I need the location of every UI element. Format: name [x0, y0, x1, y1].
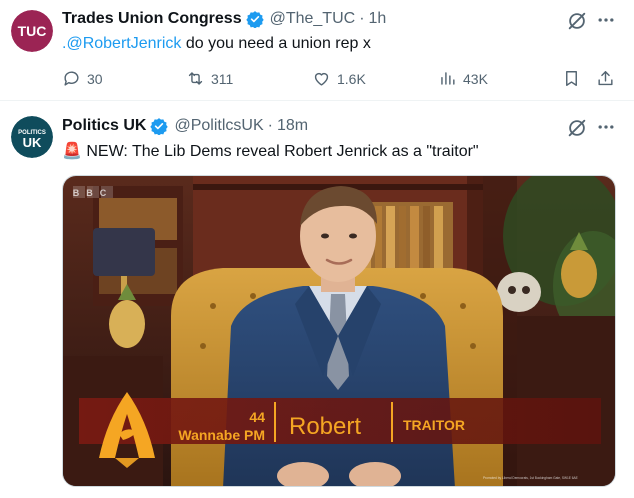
separator-dot: · — [267, 117, 273, 134]
tweet-text-body: do you need a union rep x — [181, 35, 371, 52]
views-button[interactable]: 43K — [438, 69, 488, 88]
timestamp[interactable]: 18m — [277, 117, 308, 135]
avatar-line2: UK — [23, 135, 42, 150]
tweet-media-image[interactable]: BBC 44 Wannabe PM Robert TRAITOR Promote… — [62, 175, 616, 487]
avatar-tuc[interactable]: TUC — [11, 10, 53, 52]
tweet-text: 🚨 NEW: The Lib Dems reveal Robert Jenric… — [62, 143, 479, 160]
bbc-logo-text: BBC — [73, 188, 114, 198]
retweet-icon — [188, 72, 203, 85]
like-button[interactable]: 1.6K — [312, 69, 366, 88]
candidate-tag: TRAITOR — [403, 417, 465, 433]
bookmark-icon — [566, 71, 577, 86]
like-icon — [314, 72, 329, 86]
promoted-by-credit: Promoted by Liberal Democrats, 1st Bucki… — [483, 476, 578, 480]
mention-link[interactable]: .@RobertJenrick — [62, 35, 181, 52]
tweet-header: Politics UK @PolitlcsUK · 18m — [62, 117, 308, 135]
tweet-header: Trades Union Congress @The_TUC · 1h — [62, 10, 386, 28]
reply-count: 30 — [87, 70, 103, 87]
grok-icon[interactable] — [566, 117, 588, 139]
tweet-actions: 30 311 1.6K 43K — [62, 69, 622, 91]
author-name[interactable]: Trades Union Congress — [62, 10, 242, 28]
author-handle[interactable]: @The_TUC — [270, 10, 356, 28]
more-icon[interactable] — [596, 10, 616, 30]
author-handle[interactable]: @PolitlcsUK — [174, 117, 263, 135]
tweet-text: .@RobertJenrick do you need a union rep … — [62, 35, 371, 53]
timestamp[interactable]: 1h — [369, 10, 387, 28]
avatar-tuc-text: TUC — [18, 23, 47, 39]
verified-badge-icon[interactable] — [150, 117, 169, 135]
grok-icon[interactable] — [566, 10, 588, 32]
candidate-name: Robert — [289, 413, 361, 440]
author-name[interactable]: Politics UK — [62, 117, 146, 135]
more-icon[interactable] — [596, 117, 616, 137]
separator-dot: · — [359, 10, 365, 27]
views-icon — [441, 72, 455, 85]
tweet-politics-uk[interactable]: POLITICS UK Politics UK @PolitlcsUK · 18… — [0, 101, 634, 498]
views-count: 43K — [463, 70, 488, 87]
bbc-logo: BBC — [73, 186, 114, 198]
reply-button[interactable]: 30 — [62, 69, 103, 88]
retweet-button[interactable]: 311 — [186, 69, 233, 88]
share-icon — [598, 71, 613, 86]
share-button[interactable] — [596, 69, 621, 88]
retweet-count: 311 — [211, 70, 234, 87]
candidate-number: 44 — [249, 409, 265, 425]
reply-icon — [64, 71, 79, 86]
media-scene: BBC 44 Wannabe PM Robert TRAITOR Promote… — [63, 176, 615, 486]
candidate-role: Wannabe PM — [178, 427, 265, 443]
tweet-tuc[interactable]: TUC Trades Union Congress @The_TUC · 1h … — [0, 0, 634, 101]
avatar-politics-uk[interactable]: POLITICS UK — [11, 116, 53, 158]
bookmark-button[interactable] — [562, 69, 587, 88]
like-count: 1.6K — [337, 70, 366, 87]
verified-badge-icon[interactable] — [245, 10, 264, 28]
